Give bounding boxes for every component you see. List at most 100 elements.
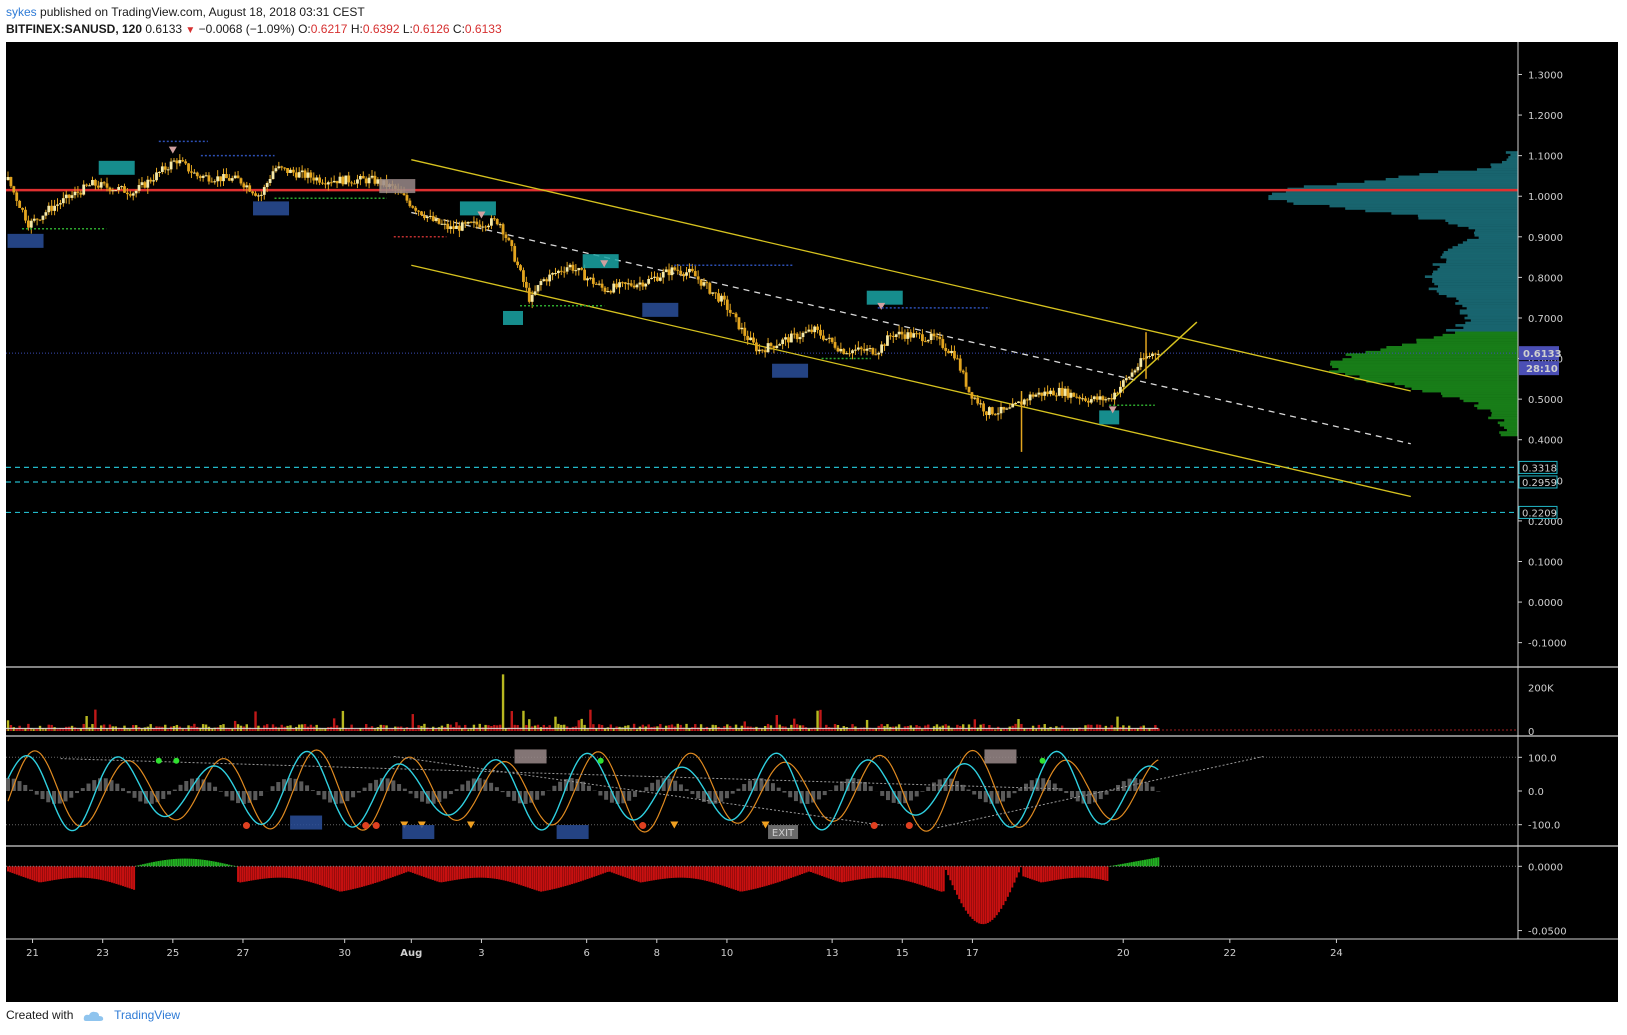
hist-bar bbox=[380, 866, 383, 881]
candle-body bbox=[262, 187, 266, 195]
profile-bar bbox=[1268, 195, 1518, 198]
candle-body bbox=[941, 339, 945, 348]
hist-bar bbox=[29, 866, 32, 880]
open-value: 0.6217 bbox=[310, 22, 348, 36]
candle-body bbox=[859, 347, 863, 350]
candle-body bbox=[1124, 378, 1128, 381]
profile-bar bbox=[1338, 367, 1518, 371]
hist-bar bbox=[95, 866, 98, 880]
profile-bar bbox=[1447, 248, 1518, 252]
osc-hist-bar bbox=[1018, 788, 1023, 791]
hist-bar bbox=[785, 866, 788, 880]
hist-bar bbox=[635, 866, 638, 882]
candle-body bbox=[12, 186, 16, 193]
candle-body bbox=[644, 283, 648, 287]
hist-bar bbox=[655, 866, 658, 880]
hist-bar bbox=[318, 866, 321, 885]
profile-bar bbox=[1446, 260, 1518, 264]
profile-bar bbox=[1455, 324, 1518, 327]
hist-bar bbox=[515, 866, 518, 884]
osc-hist-bar bbox=[552, 785, 557, 791]
profile-bar bbox=[1439, 265, 1518, 269]
profile-bar bbox=[1455, 331, 1518, 334]
tradingview-link[interactable]: TradingView bbox=[114, 1008, 180, 1022]
candle-body bbox=[61, 198, 65, 204]
volume-tick-label: 0 bbox=[1528, 727, 1534, 738]
hist-bar bbox=[480, 866, 483, 878]
osc-hist-bar bbox=[828, 790, 833, 791]
hist-bar bbox=[672, 866, 675, 878]
symbol-name[interactable]: BITFINEX:SANUSD, 120 bbox=[6, 22, 142, 36]
hist-bar bbox=[548, 866, 551, 890]
hist-bar bbox=[172, 859, 175, 867]
candle-body bbox=[1075, 396, 1079, 398]
osc-hist-bar bbox=[1012, 791, 1017, 794]
hist-bar bbox=[575, 866, 578, 883]
time-tick-label: 15 bbox=[896, 948, 909, 959]
candle-body bbox=[589, 277, 592, 279]
candle-body bbox=[1028, 394, 1032, 401]
volume-bar bbox=[935, 724, 939, 731]
candle-body bbox=[874, 354, 878, 356]
hist-bar bbox=[537, 866, 540, 892]
volume-bar bbox=[35, 728, 39, 731]
hist-bar bbox=[792, 866, 795, 878]
hist-bar bbox=[513, 866, 516, 884]
chart-area[interactable]: EXIT 1.3000 1.2000 1.1000 1.0000 0.9000 0.800… bbox=[6, 42, 1618, 1007]
time-tick-label: 23 bbox=[96, 948, 109, 959]
osc-hist-bar bbox=[397, 784, 402, 791]
hist-bar bbox=[633, 866, 636, 881]
hist-bar bbox=[1157, 857, 1160, 867]
created-with-text: Created with bbox=[6, 1008, 74, 1022]
candle-body bbox=[682, 273, 686, 276]
chart-canvas[interactable]: EXIT 1.3000 1.2000 1.1000 1.0000 0.9000 0.800… bbox=[6, 42, 1618, 1002]
hist-bar bbox=[75, 866, 78, 878]
hist-bar bbox=[1086, 866, 1089, 878]
hist-bar bbox=[880, 866, 883, 878]
profile-bar bbox=[1365, 350, 1518, 354]
hist-bar bbox=[414, 866, 417, 874]
candle-body bbox=[801, 332, 805, 338]
candle-body bbox=[929, 333, 933, 341]
osc-hist-bar bbox=[1144, 782, 1149, 791]
hist-bar bbox=[290, 866, 293, 879]
candle-body bbox=[9, 177, 13, 187]
osc-sell-dot bbox=[870, 822, 878, 830]
profile-bar bbox=[1467, 314, 1518, 317]
profile-bar bbox=[1458, 299, 1518, 303]
hist-bar bbox=[1002, 866, 1005, 906]
author-link[interactable]: sykes bbox=[6, 5, 37, 19]
hist-bar bbox=[115, 866, 118, 884]
candle-body bbox=[364, 178, 368, 184]
hist-bar bbox=[584, 866, 587, 880]
candle-body bbox=[35, 218, 39, 220]
hist-bar bbox=[597, 866, 600, 876]
hist-bar bbox=[1073, 866, 1076, 878]
osc-hist-bar bbox=[138, 791, 143, 802]
hist-bar bbox=[274, 866, 277, 878]
time-tick-label: 22 bbox=[1223, 948, 1236, 959]
profile-bar bbox=[1437, 268, 1518, 271]
hist-bar bbox=[666, 866, 669, 879]
hist-bar bbox=[122, 866, 125, 887]
candle-body bbox=[117, 186, 121, 191]
candle-body bbox=[201, 175, 205, 178]
hist-bar bbox=[876, 866, 879, 878]
candle-body bbox=[498, 224, 502, 226]
osc-hist-bar bbox=[627, 791, 632, 801]
hist-bar bbox=[214, 861, 217, 867]
candle-body bbox=[1130, 372, 1134, 377]
candle-body bbox=[539, 281, 543, 286]
candle-body bbox=[594, 283, 598, 285]
candle-body bbox=[597, 283, 601, 285]
profile-bar bbox=[1398, 175, 1518, 179]
hist-bar bbox=[157, 861, 160, 867]
hist-bar bbox=[464, 866, 467, 879]
candle-body bbox=[192, 172, 196, 174]
hist-bar bbox=[721, 866, 724, 886]
hist-bar bbox=[652, 866, 655, 881]
profile-bar bbox=[1445, 219, 1518, 222]
hist-bar bbox=[958, 866, 961, 900]
hist-bar bbox=[542, 866, 545, 892]
hist-bar bbox=[867, 866, 870, 879]
